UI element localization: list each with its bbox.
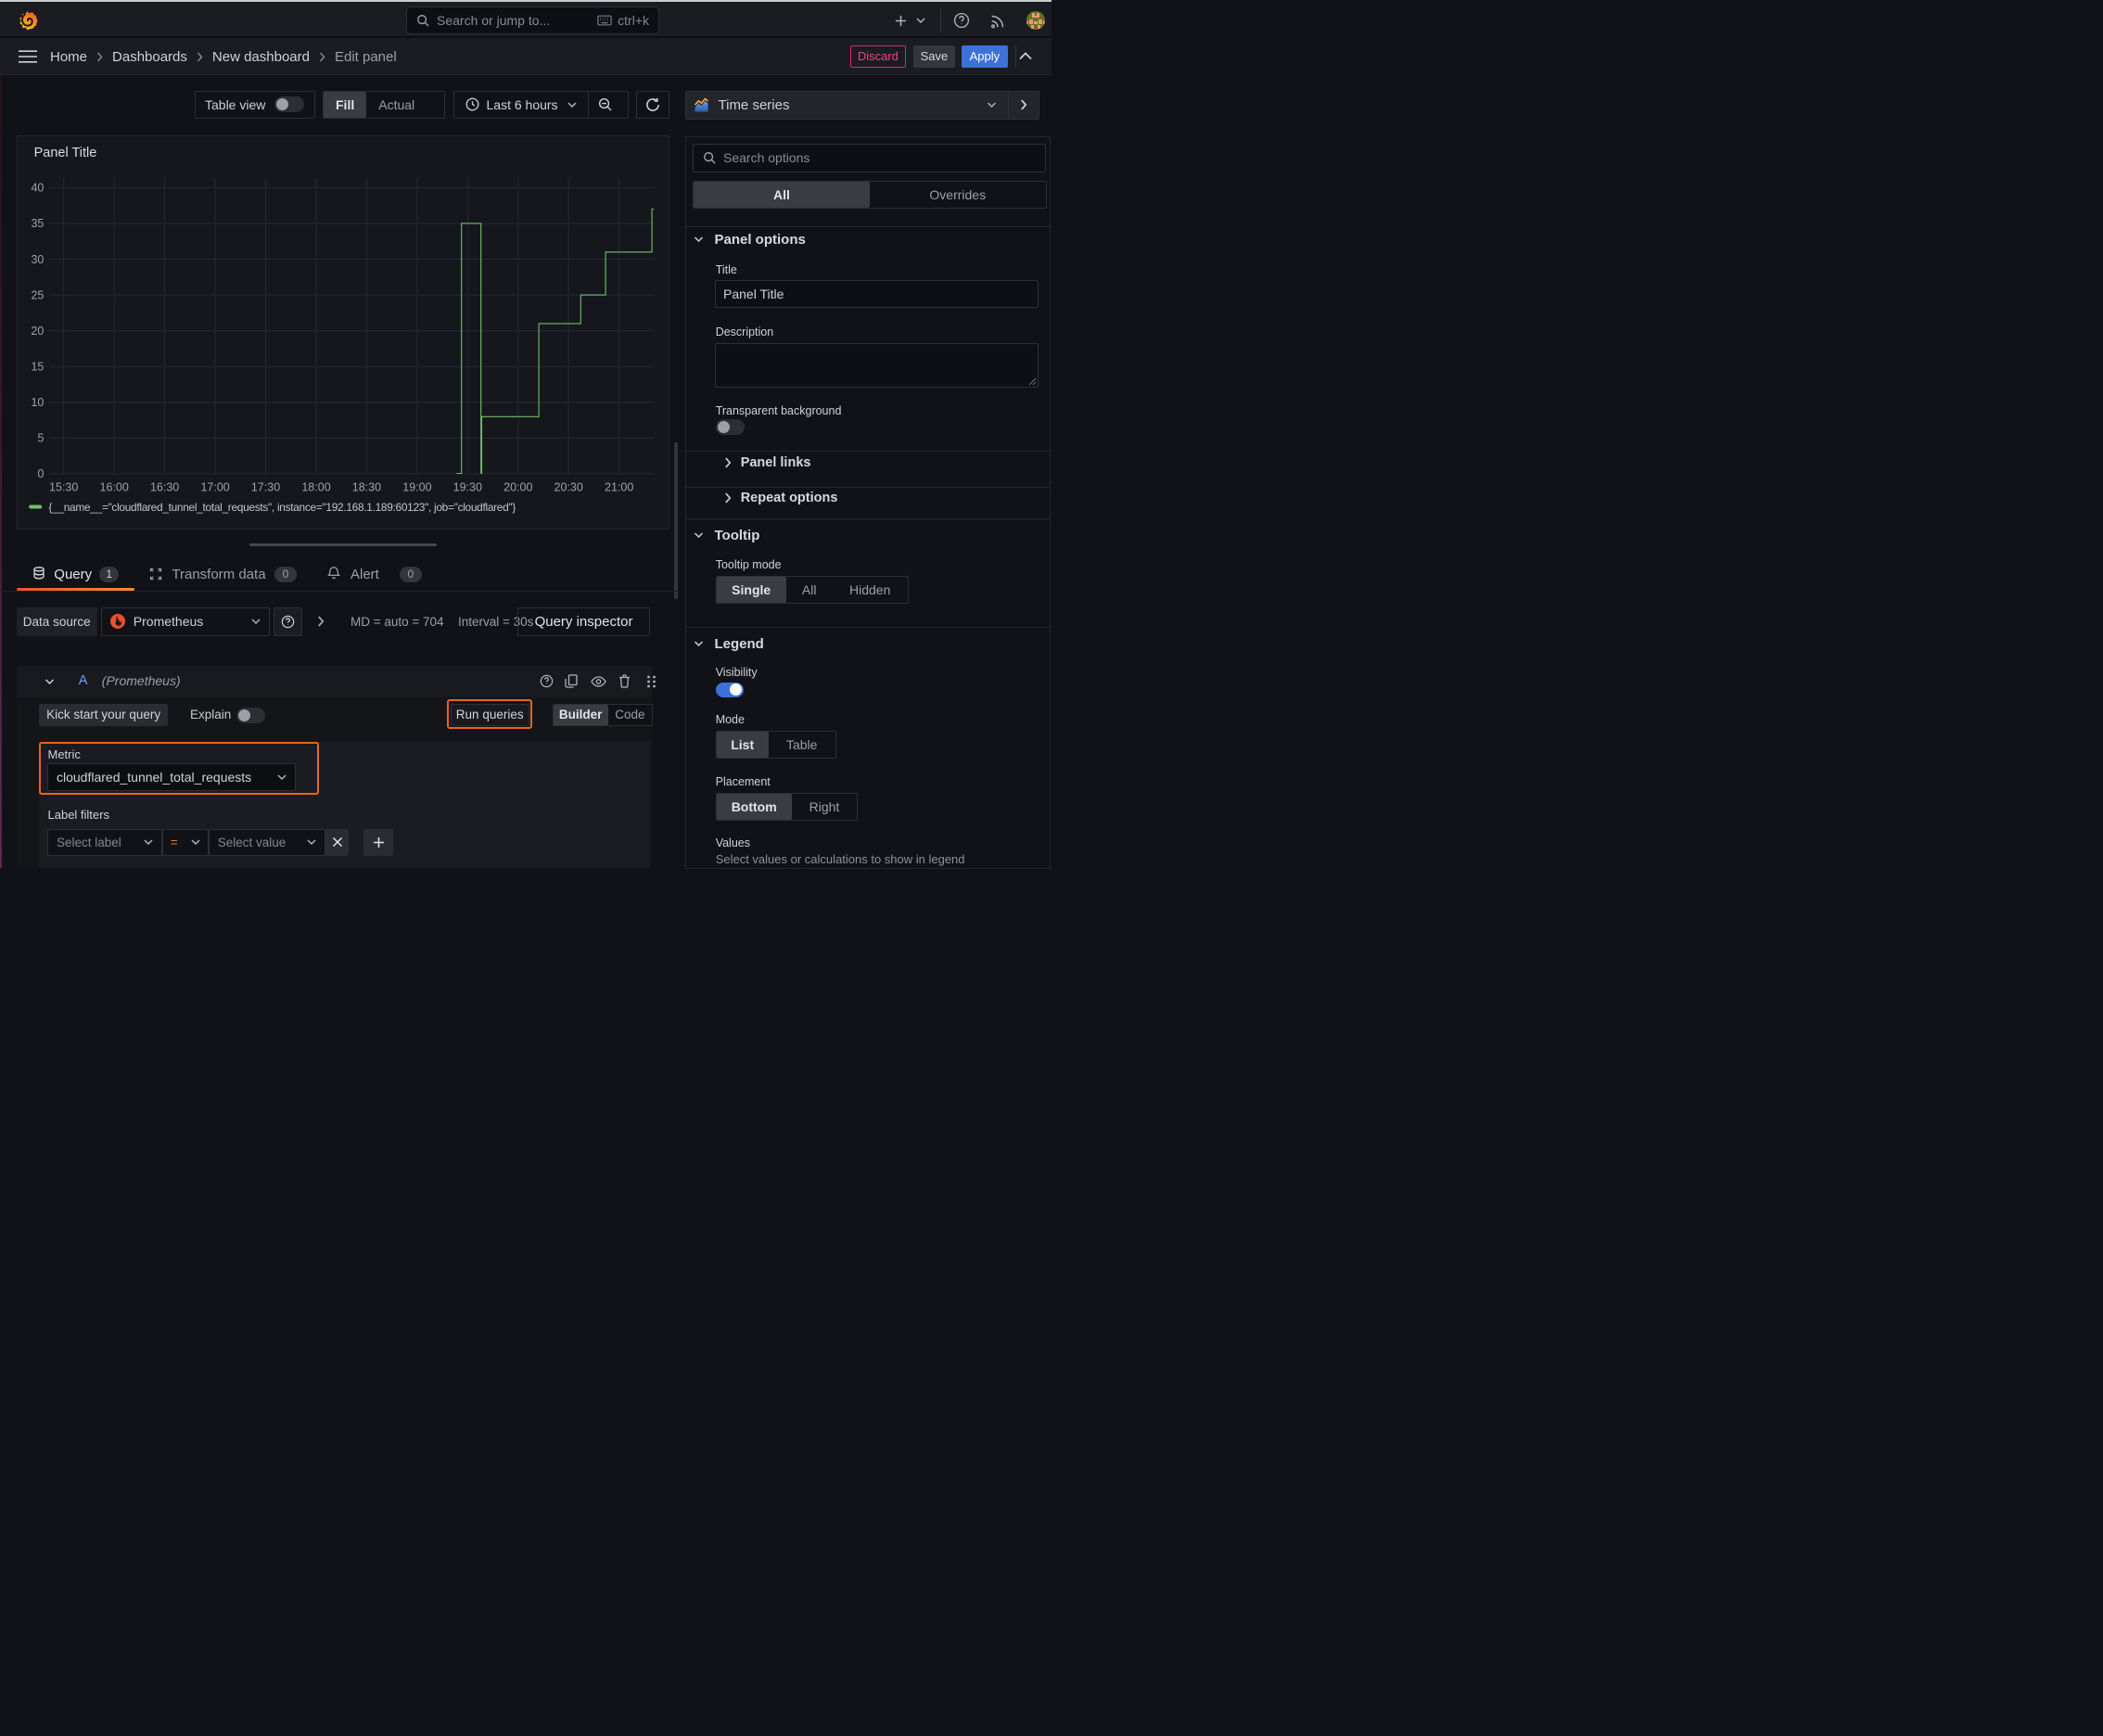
svg-text:20:00: 20:00	[503, 480, 532, 493]
svg-text:10: 10	[31, 396, 44, 409]
svg-text:19:00: 19:00	[402, 480, 431, 493]
svg-text:18:00: 18:00	[301, 480, 330, 493]
svg-text:{__name__="cloudflared_tunnel_: {__name__="cloudflared_tunnel_total_requ…	[48, 501, 516, 514]
svg-text:19:30: 19:30	[453, 480, 482, 493]
svg-text:30: 30	[31, 252, 44, 265]
svg-text:40: 40	[31, 181, 44, 194]
svg-text:5: 5	[37, 431, 44, 444]
svg-text:17:30: 17:30	[251, 480, 280, 493]
svg-text:15: 15	[31, 360, 44, 373]
svg-text:16:00: 16:00	[100, 480, 129, 493]
svg-text:20: 20	[31, 324, 44, 337]
svg-text:25: 25	[31, 288, 44, 301]
svg-text:21:00: 21:00	[605, 480, 633, 493]
svg-text:17:00: 17:00	[200, 480, 229, 493]
svg-text:35: 35	[31, 217, 44, 230]
svg-text:20:30: 20:30	[554, 480, 583, 493]
svg-text:16:30: 16:30	[150, 480, 179, 493]
svg-text:18:30: 18:30	[352, 480, 381, 493]
svg-text:0: 0	[37, 467, 44, 480]
svg-text:15:30: 15:30	[49, 480, 78, 493]
